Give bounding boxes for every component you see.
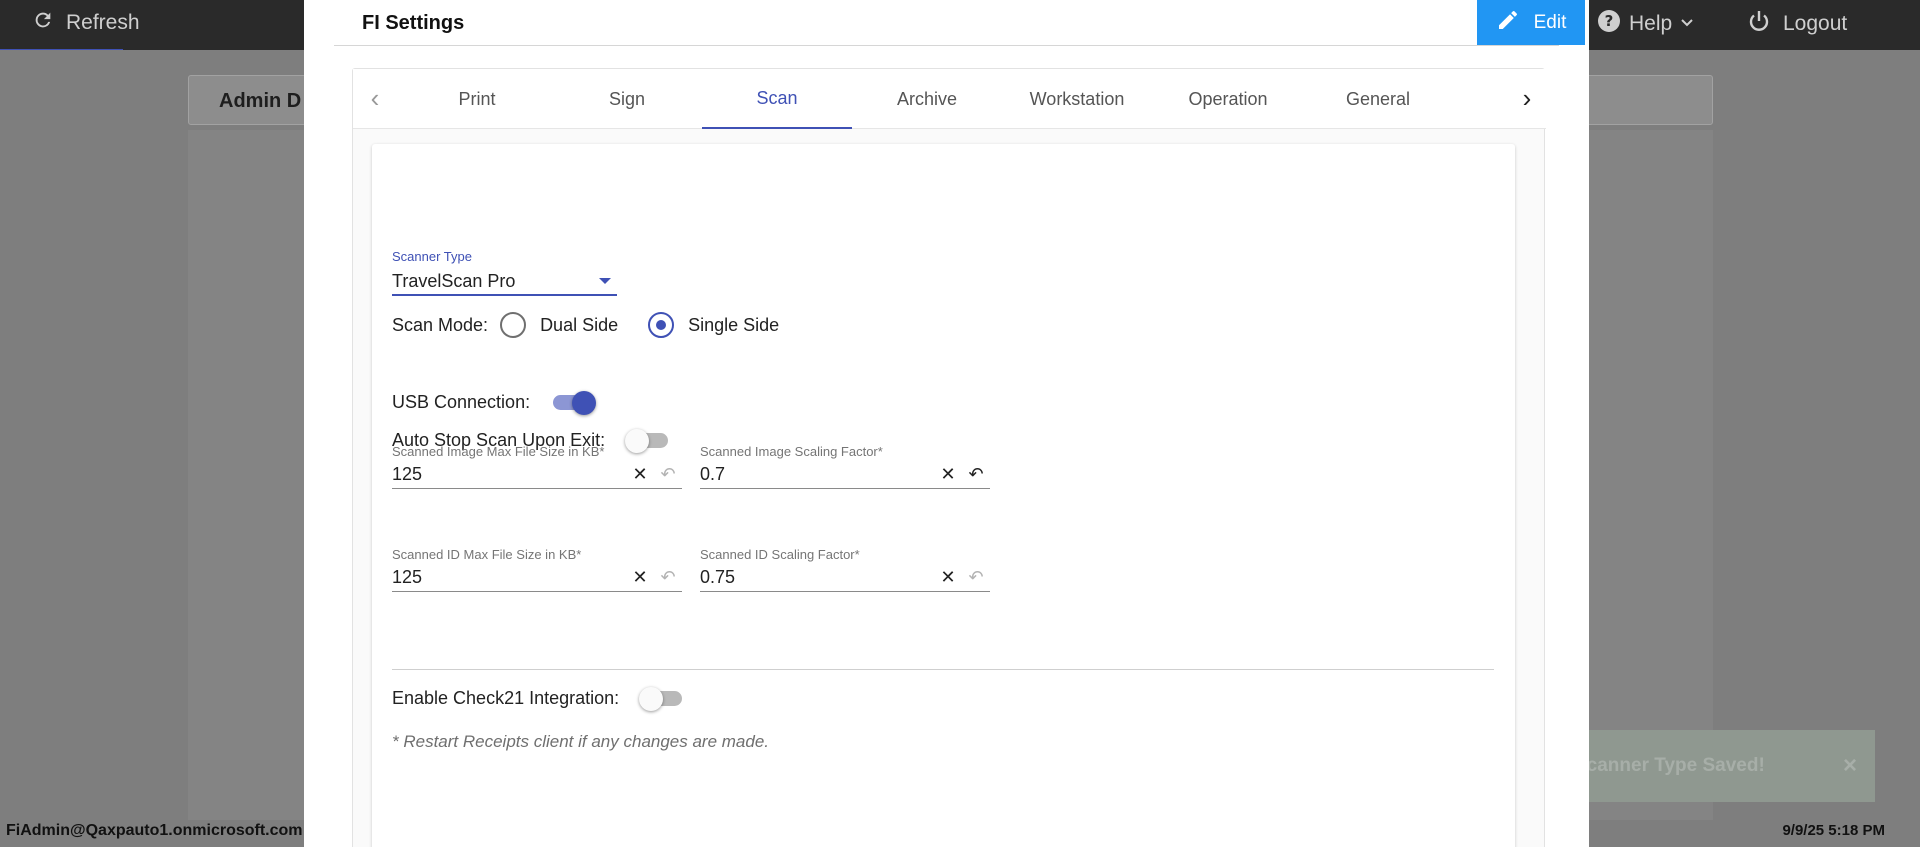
id-scaling-value[interactable]: 0.75: [700, 567, 934, 588]
radio-single-side[interactable]: [648, 312, 675, 338]
undo-icon[interactable]: ↶: [962, 567, 990, 588]
tab-bar: ‹ Print Sign Scan Archive Workstation Op…: [353, 69, 1546, 129]
toggle-knob: [639, 687, 664, 711]
scan-mode-label: Scan Mode:: [392, 314, 489, 335]
scan-mode-group: Scan Mode: Dual Side Single Side: [392, 312, 779, 338]
power-icon: [1747, 9, 1771, 39]
tab-archive[interactable]: Archive: [852, 69, 1002, 129]
image-max-size-value[interactable]: 125: [392, 464, 626, 485]
check21-row: Enable Check21 Integration:: [392, 685, 685, 711]
clear-icon[interactable]: ✕: [626, 567, 654, 588]
check21-label: Enable Check21 Integration:: [392, 687, 620, 708]
image-scaling-input[interactable]: 0.7 ✕ ↶: [700, 461, 990, 489]
footer-user: FiAdmin@Qaxpauto1.onmicrosoft.com: [6, 822, 303, 839]
dialog-title: FI Settings: [362, 12, 465, 34]
id-scaling-label: Scanned ID Scaling Factor*: [700, 547, 860, 562]
refresh-icon: [32, 9, 54, 37]
image-max-size-input[interactable]: 125 ✕ ↶: [392, 461, 682, 489]
usb-connection-toggle[interactable]: [550, 389, 597, 415]
id-max-size-label: Scanned ID Max File Size in KB*: [392, 547, 582, 562]
usb-connection-row: USB Connection:: [392, 389, 597, 415]
dropdown-caret-icon: [599, 278, 611, 284]
tab-scroll-left-icon[interactable]: ‹: [361, 83, 389, 114]
help-label: Help: [1629, 12, 1673, 35]
logout-label: Logout: [1783, 12, 1848, 35]
restart-note: * Restart Receipts client if any changes…: [392, 732, 770, 751]
toast-close-icon[interactable]: ×: [1843, 752, 1857, 780]
dialog-header: FI Settings Edit: [334, 0, 1585, 46]
scan-settings-panel: Scanner Type TravelScan Pro Scan Mode: D…: [372, 144, 1515, 847]
image-scaling-label: Scanned Image Scaling Factor*: [700, 444, 883, 459]
undo-icon[interactable]: ↶: [962, 464, 990, 485]
scanner-type-field[interactable]: TravelScan Pro: [392, 268, 617, 296]
image-scaling-value[interactable]: 0.7: [700, 464, 934, 485]
help-menu[interactable]: ? Help: [1597, 9, 1694, 39]
chevron-down-icon: [1680, 12, 1694, 36]
single-side-label[interactable]: Single Side: [688, 315, 779, 336]
image-scaling-field: Scanned Image Scaling Factor* 0.7 ✕ ↶: [700, 444, 990, 489]
settings-dialog: FI Settings Edit ‹ Print Sign Scan Archi…: [304, 0, 1589, 847]
usb-connection-label: USB Connection:: [392, 391, 531, 412]
tab-print[interactable]: Print: [402, 69, 552, 129]
svg-text:?: ?: [1605, 12, 1614, 30]
undo-icon[interactable]: ↶: [654, 464, 682, 485]
tab-workstation[interactable]: Workstation: [1002, 69, 1152, 129]
scanner-type-value: TravelScan Pro: [392, 270, 516, 291]
scanner-type-label: Scanner Type: [392, 249, 472, 264]
section-divider: [392, 669, 1494, 670]
tab-sign[interactable]: Sign: [552, 69, 702, 129]
clear-icon[interactable]: ✕: [626, 464, 654, 485]
id-scaling-field: Scanned ID Scaling Factor* 0.75 ✕ ↶: [700, 547, 990, 592]
tab-scroll-right-icon[interactable]: ›: [1513, 83, 1541, 114]
footer-datetime: 9/9/25 5:18 PM: [1782, 822, 1885, 839]
image-max-size-field: Scanned Image Max File Size in KB* 125 ✕…: [392, 444, 682, 489]
clear-icon[interactable]: ✕: [934, 567, 962, 588]
undo-icon[interactable]: ↶: [654, 567, 682, 588]
edit-label: Edit: [1533, 11, 1567, 33]
toast-message: Scanner Type Saved!: [1574, 755, 1765, 776]
tab-scan[interactable]: Scan: [702, 69, 852, 129]
toggle-knob: [572, 391, 597, 415]
radio-dual-side[interactable]: [500, 312, 527, 338]
clear-icon[interactable]: ✕: [934, 464, 962, 485]
admin-card-title: Admin D: [219, 90, 302, 112]
image-max-size-label: Scanned Image Max File Size in KB*: [392, 444, 605, 459]
id-scaling-input[interactable]: 0.75 ✕ ↶: [700, 564, 990, 592]
id-max-size-field: Scanned ID Max File Size in KB* 125 ✕ ↶: [392, 547, 682, 592]
scanner-type-select[interactable]: Scanner Type TravelScan Pro: [392, 249, 617, 296]
id-max-size-input[interactable]: 125 ✕ ↶: [392, 564, 682, 592]
logout-button[interactable]: Logout: [1747, 9, 1847, 39]
refresh-label: Refresh: [66, 11, 140, 34]
tab-general[interactable]: General: [1303, 69, 1453, 129]
id-max-size-value[interactable]: 125: [392, 567, 626, 588]
tab-operation[interactable]: Operation: [1153, 69, 1303, 129]
help-icon: ?: [1597, 9, 1621, 39]
dual-side-label[interactable]: Dual Side: [540, 315, 618, 336]
edit-button[interactable]: Edit: [1477, 0, 1585, 45]
tabs-card: ‹ Print Sign Scan Archive Workstation Op…: [352, 68, 1546, 847]
pencil-icon: [1496, 8, 1520, 38]
refresh-button[interactable]: Refresh: [32, 9, 140, 37]
check21-toggle[interactable]: [639, 685, 685, 711]
